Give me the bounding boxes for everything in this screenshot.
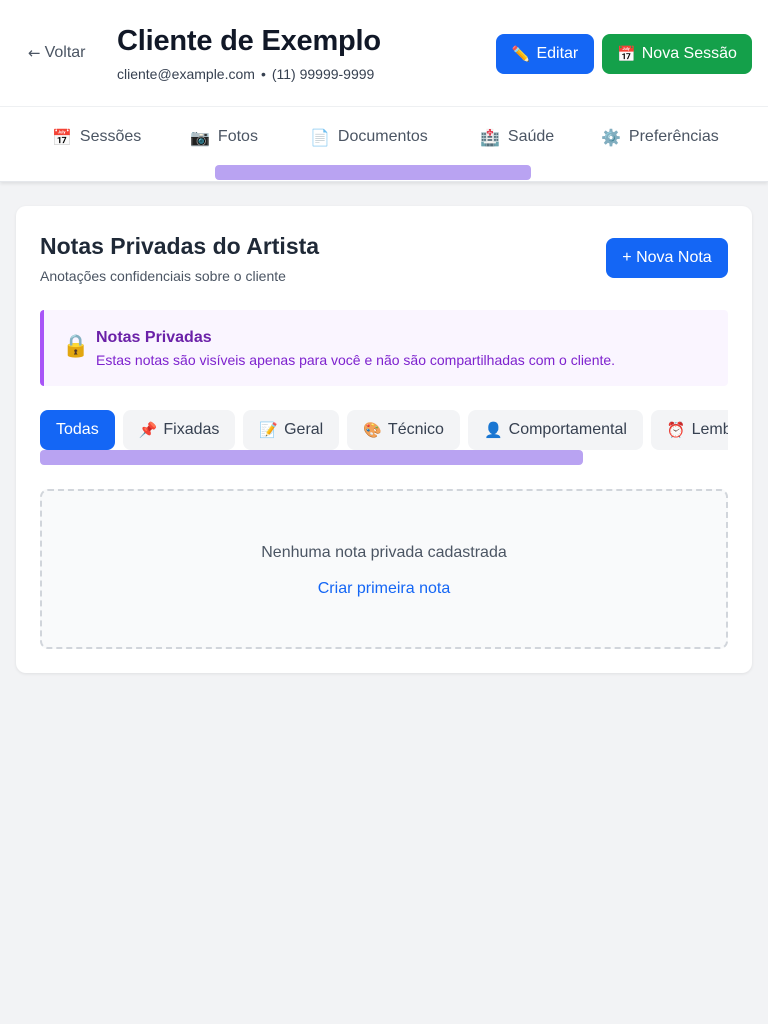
section-title: Notas Privadas do Artista: [40, 233, 320, 259]
calendar-icon: 📅: [617, 45, 636, 63]
private-notes-card: Notas Privadas do Artista Anotações conf…: [16, 206, 752, 673]
section-subtitle: Anotações confidenciais sobre o cliente: [40, 268, 286, 284]
tab-preferencias[interactable]: ⚙️ Preferências: [601, 125, 719, 149]
filter-label: Comportamental: [508, 421, 627, 438]
filter-label: Geral: [284, 421, 324, 438]
person-icon: 👤: [483, 421, 503, 439]
filter-label: Técnico: [387, 421, 444, 438]
tab-fotos[interactable]: 📷 Fotos: [190, 125, 258, 149]
pencil-icon: ✏️: [511, 45, 531, 63]
filter-todas[interactable]: Todas: [40, 410, 115, 450]
tab-saude[interactable]: 🏥 Saúde: [480, 125, 554, 149]
tab-documentos[interactable]: 📄 Documentos: [310, 125, 428, 149]
tab-label: Fotos: [217, 128, 258, 145]
edit-label: Editar: [536, 45, 579, 62]
palette-icon: 🎨: [363, 421, 382, 439]
filter-label: Todas: [56, 421, 99, 438]
filter-fixadas[interactable]: 📌 Fixadas: [122, 410, 236, 450]
new-note-button[interactable]: + Nova Nota: [606, 238, 728, 278]
client-name: Cliente de Exemplo: [117, 25, 381, 57]
filter-tecnico[interactable]: 🎨 Técnico: [347, 410, 460, 450]
client-phone: (11) 99999-9999: [271, 66, 375, 82]
empty-state: Nenhuma nota privada cadastrada Criar pr…: [40, 489, 728, 649]
client-tabs: 📅 Sessões 📷 Fotos 📄 Documentos 🏥 Saúde ⚙…: [0, 107, 768, 182]
tab-label: Documentos: [337, 128, 428, 145]
lock-icon: 🔒: [62, 334, 90, 359]
filter-geral[interactable]: 📝 Geral: [243, 410, 340, 450]
tab-sessoes[interactable]: 📅 Sessões: [52, 125, 141, 149]
filter-lembretes[interactable]: ⏰ Lembretes: [650, 410, 728, 450]
filter-label: Fixadas: [163, 421, 220, 438]
note-filters: Todas 📌 Fixadas 📝 Geral 🎨 Técnico 👤 Comp…: [40, 410, 728, 470]
client-contact: cliente@example.com • (11) 99999-9999: [117, 66, 374, 82]
alarm-clock-icon: ⏰: [666, 421, 686, 439]
privacy-alert: 🔒 Notas Privadas Estas notas são visívei…: [40, 310, 728, 386]
edit-button[interactable]: ✏️ Editar: [496, 34, 594, 74]
tabs-scrollbar[interactable]: [215, 165, 531, 180]
filters-scrollbar[interactable]: [40, 450, 583, 465]
tab-label: Saúde: [507, 128, 555, 145]
tab-label: Sessões: [79, 128, 142, 145]
meta-separator: •: [260, 66, 266, 82]
new-session-button[interactable]: 📅 Nova Sessão: [602, 34, 752, 74]
pin-icon: 📌: [138, 421, 158, 439]
hospital-icon: 🏥: [480, 127, 500, 147]
alert-text: Estas notas são visíveis apenas para voc…: [96, 352, 616, 368]
tab-label: Preferências: [628, 128, 719, 145]
new-session-label: Nova Sessão: [641, 45, 737, 62]
arrow-left-icon: ←: [28, 44, 41, 62]
empty-message: Nenhuma nota privada cadastrada: [261, 544, 507, 561]
back-link[interactable]: ← Voltar: [28, 44, 86, 62]
client-header: ← Voltar Cliente de Exemplo cliente@exam…: [0, 0, 768, 107]
back-label: Voltar: [44, 44, 86, 61]
client-email: cliente@example.com: [117, 66, 255, 82]
calendar-icon: 📅: [52, 127, 72, 147]
alert-title: Notas Privadas: [96, 329, 212, 346]
camera-icon: 📷: [190, 127, 210, 147]
filter-comportamental[interactable]: 👤 Comportamental: [467, 410, 643, 450]
create-first-note-link[interactable]: Criar primeira nota: [42, 580, 726, 598]
document-icon: 📄: [310, 127, 330, 147]
gear-icon: ⚙️: [601, 127, 621, 147]
memo-icon: 📝: [259, 421, 279, 439]
filter-label: Lembretes: [691, 421, 728, 438]
